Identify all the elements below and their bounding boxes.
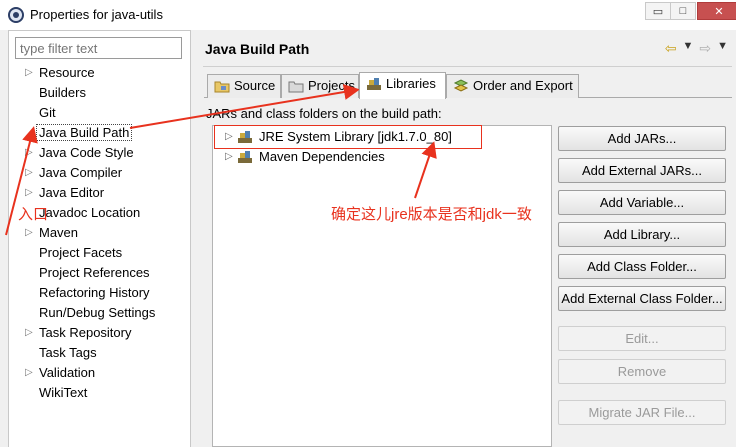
- nav-item-label: Validation: [39, 365, 96, 380]
- expand-arrow-icon[interactable]: ▷: [225, 128, 233, 146]
- history-nav: ⇦ ▼ ⇨ ▼: [665, 40, 728, 57]
- nav-item-label: Javadoc Location: [39, 205, 141, 220]
- view-menu-chevron-icon[interactable]: ▼: [717, 40, 728, 57]
- tab-order-and-export[interactable]: Order and Export: [446, 74, 579, 98]
- add-library-button[interactable]: Add Library...: [558, 222, 726, 247]
- nav-item-label: Maven: [39, 225, 79, 240]
- libraries-tree[interactable]: ▷ JRE System Library [jdk1.7.0_80] ▷ Mav…: [212, 125, 552, 447]
- library-label: JRE System Library [jdk1.7.0_80]: [259, 129, 452, 144]
- nav-item-label: Java Compiler: [39, 165, 123, 180]
- nav-item-label: Project Facets: [39, 245, 123, 260]
- add-class-folder-button[interactable]: Add Class Folder...: [558, 254, 726, 279]
- library-item-maven[interactable]: ▷ Maven Dependencies: [213, 148, 551, 166]
- nav-item-label: Java Build Path: [36, 124, 133, 141]
- library-icon: [238, 151, 252, 163]
- expand-arrow-icon[interactable]: ▷: [25, 223, 33, 243]
- property-pages-panel: ▷ Resource Builders Git Java Build Path …: [8, 30, 191, 447]
- nav-item-java-compiler[interactable]: ▷ Java Compiler: [9, 163, 190, 183]
- back-arrow-icon[interactable]: ⇦: [665, 40, 677, 57]
- nav-item-resource[interactable]: ▷ Resource: [9, 63, 190, 83]
- page-title: Java Build Path: [205, 41, 310, 57]
- expand-arrow-icon[interactable]: ▷: [25, 183, 33, 203]
- expand-arrow-icon[interactable]: ▷: [25, 163, 33, 183]
- property-pages-tree: ▷ Resource Builders Git Java Build Path …: [9, 63, 190, 403]
- properties-dialog: Properties for java-utils ▭ □ ✕ ▷ Resour…: [0, 0, 736, 447]
- nav-item-label: Project References: [39, 265, 150, 280]
- tab-label: Source: [234, 78, 276, 93]
- expand-arrow-icon[interactable]: ▷: [25, 63, 33, 83]
- project-icon: [288, 81, 304, 93]
- remove-button[interactable]: Remove: [558, 359, 726, 384]
- nav-item-task-repository[interactable]: ▷ Task Repository: [9, 323, 190, 343]
- tab-label: Order and Export: [473, 78, 573, 93]
- back-menu-chevron-icon[interactable]: ▼: [682, 40, 693, 57]
- nav-item-label: Builders: [39, 85, 86, 100]
- expand-arrow-icon[interactable]: ▷: [25, 323, 33, 343]
- nav-item-label: Task Repository: [39, 325, 132, 340]
- nav-item-maven[interactable]: ▷ Maven: [9, 223, 190, 243]
- library-label: Maven Dependencies: [259, 149, 385, 164]
- nav-item-label: Run/Debug Settings: [39, 305, 156, 320]
- tab-label: Libraries: [386, 76, 436, 91]
- library-icon: [238, 131, 252, 143]
- nav-item-java-code-style[interactable]: ▷ Java Code Style: [9, 143, 190, 163]
- title-bar: Properties for java-utils ▭ □ ✕: [0, 0, 736, 30]
- nav-item-wikitext[interactable]: WikiText: [9, 383, 190, 403]
- title-separator: [203, 66, 732, 67]
- nav-item-label: Java Code Style: [39, 145, 134, 160]
- nav-item-task-tags[interactable]: Task Tags: [9, 343, 190, 363]
- nav-item-label: Resource: [39, 65, 95, 80]
- expand-arrow-icon[interactable]: ▷: [225, 148, 233, 166]
- tab-label: Projects: [308, 78, 355, 93]
- add-external-class-folder-button[interactable]: Add External Class Folder...: [558, 286, 726, 311]
- nav-item-label: Git: [39, 105, 56, 120]
- edit-button[interactable]: Edit...: [558, 326, 726, 351]
- property-page: Java Build Path ⇦ ▼ ⇨ ▼ Source Projects: [195, 30, 736, 447]
- tab-source[interactable]: Source: [207, 74, 281, 98]
- nav-item-project-facets[interactable]: Project Facets: [9, 243, 190, 263]
- minimize-button[interactable]: ▭: [645, 2, 671, 20]
- nav-item-java-editor[interactable]: ▷ Java Editor: [9, 183, 190, 203]
- expand-arrow-icon[interactable]: ▷: [25, 363, 33, 383]
- nav-item-label: WikiText: [39, 385, 88, 400]
- library-item-jre[interactable]: ▷ JRE System Library [jdk1.7.0_80]: [213, 128, 551, 146]
- close-button[interactable]: ✕: [697, 2, 736, 20]
- nav-item-validation[interactable]: ▷ Validation: [9, 363, 190, 383]
- window-title: Properties for java-utils: [30, 7, 163, 22]
- nav-item-git[interactable]: Git: [9, 103, 190, 123]
- nav-item-label: Task Tags: [39, 345, 97, 360]
- nav-item-run-debug-settings[interactable]: Run/Debug Settings: [9, 303, 190, 323]
- nav-item-builders[interactable]: Builders: [9, 83, 190, 103]
- nav-item-label: Java Editor: [39, 185, 105, 200]
- add-variable-button[interactable]: Add Variable...: [558, 190, 726, 215]
- nav-item-java-build-path[interactable]: Java Build Path: [9, 123, 190, 143]
- nav-item-javadoc-location[interactable]: Javadoc Location: [9, 203, 190, 223]
- tab-libraries[interactable]: Libraries: [359, 72, 446, 99]
- libraries-heading: JARs and class folders on the build path…: [206, 106, 442, 121]
- order-icon: [453, 79, 469, 92]
- add-jars-button[interactable]: Add JARs...: [558, 126, 726, 151]
- eclipse-icon: [8, 7, 24, 23]
- expand-arrow-icon[interactable]: ▷: [25, 143, 33, 163]
- forward-arrow-icon[interactable]: ⇨: [699, 40, 711, 57]
- maximize-button[interactable]: □: [670, 2, 696, 20]
- nav-item-project-references[interactable]: Project References: [9, 263, 190, 283]
- migrate-jar-button[interactable]: Migrate JAR File...: [558, 400, 726, 425]
- nav-item-label: Refactoring History: [39, 285, 150, 300]
- tab-projects[interactable]: Projects: [281, 74, 359, 98]
- filter-input[interactable]: [15, 37, 182, 59]
- add-external-jars-button[interactable]: Add External JARs...: [558, 158, 726, 183]
- library-icon: [367, 78, 381, 90]
- nav-item-refactoring-history[interactable]: Refactoring History: [9, 283, 190, 303]
- folder-icon: [214, 81, 230, 93]
